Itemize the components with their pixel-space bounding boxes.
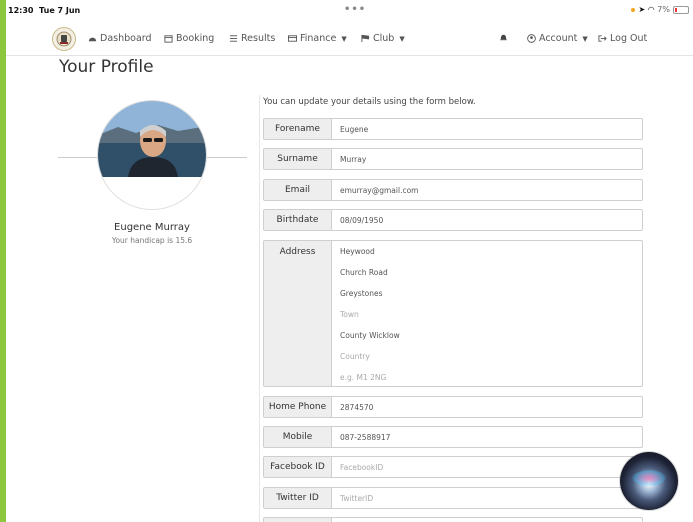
crest-icon	[56, 31, 72, 47]
notifications-button[interactable]	[499, 33, 508, 42]
address-fields: Heywood Church Road Greystones Town Coun…	[332, 241, 642, 386]
ipad-screen: 12:30 Tue 7 Jun ••• ➤ ◠ 7% Dashboard Boo…	[6, 0, 693, 522]
facebook-input[interactable]: FacebookID	[332, 457, 642, 477]
battery-icon	[673, 5, 689, 14]
surname-label: Surname	[264, 149, 332, 169]
logout-icon	[598, 35, 607, 42]
column-divider	[259, 95, 260, 522]
email-label: Email	[264, 180, 332, 200]
mic-indicator-icon	[631, 7, 636, 12]
nav-results[interactable]: Results	[229, 33, 275, 44]
divider-line	[207, 157, 247, 158]
birthdate-row: Birthdate 08/09/1950	[263, 209, 643, 231]
home-phone-input[interactable]: 2874570	[332, 397, 642, 417]
twitter-input[interactable]: TwitterID	[332, 488, 642, 508]
battery-percent: 7%	[657, 5, 670, 14]
bell-icon	[500, 34, 507, 41]
address-label: Address	[264, 241, 332, 386]
address-line3-input[interactable]: Greystones	[340, 289, 642, 310]
form-intro: You can update your details using the fo…	[263, 97, 476, 107]
postcode-input[interactable]: e.g. M1 2NG	[340, 373, 642, 394]
status-bar: 12:30 Tue 7 Jun ••• ➤ ◠ 7%	[6, 0, 693, 22]
siri-orb-icon[interactable]	[620, 452, 678, 510]
email-input[interactable]: emurray@gmail.com	[332, 180, 642, 200]
nav-dashboard[interactable]: Dashboard	[88, 33, 152, 44]
email-row: Email emurray@gmail.com	[263, 179, 643, 201]
forename-input[interactable]: Eugene	[332, 119, 642, 139]
avatar[interactable]	[97, 100, 207, 210]
chevron-down-icon: ▼	[582, 34, 588, 43]
nav-account[interactable]: Account ▼	[527, 33, 588, 44]
flag-icon	[361, 34, 370, 43]
home-phone-label: Home Phone	[264, 397, 332, 417]
list-icon	[229, 35, 238, 42]
mobile-label: Mobile	[264, 427, 332, 447]
address-line2-input[interactable]: Church Road	[340, 268, 642, 289]
chevron-down-icon: ▼	[399, 34, 405, 43]
nav-logout[interactable]: Log Out	[598, 33, 647, 44]
handicap-text: Your handicap is 15.6	[111, 236, 193, 245]
birthdate-label: Birthdate	[264, 210, 332, 230]
next-field-input[interactable]	[332, 518, 642, 522]
county-input[interactable]: County Wicklow	[340, 331, 642, 352]
location-icon: ➤	[638, 5, 646, 14]
forename-row: Forename Eugene	[263, 118, 643, 140]
surname-input[interactable]: Murray	[332, 149, 642, 169]
twitter-label: Twitter ID	[264, 488, 332, 508]
mobile-row: Mobile 087-2588917	[263, 426, 643, 448]
next-field-label	[264, 518, 332, 522]
calendar-icon	[164, 35, 173, 43]
multitasking-dots[interactable]: •••	[344, 4, 366, 15]
nav-club[interactable]: Club ▼	[361, 33, 405, 44]
facebook-label: Facebook ID	[264, 457, 332, 477]
dashboard-icon	[88, 37, 97, 42]
chevron-down-icon: ▼	[341, 34, 347, 43]
page-title: Your Profile	[59, 57, 154, 77]
twitter-row: Twitter ID TwitterID	[263, 487, 643, 509]
home-phone-row: Home Phone 2874570	[263, 396, 643, 418]
nav-finance[interactable]: Finance ▼	[288, 33, 347, 44]
status-time: 12:30 Tue 7 Jun	[8, 6, 81, 15]
mobile-input[interactable]: 087-2588917	[332, 427, 642, 447]
user-circle-icon	[527, 34, 536, 43]
profile-photo	[98, 101, 206, 209]
next-field-row	[263, 517, 643, 522]
top-navbar: Dashboard Booking Results Finance ▼ Club ▼…	[6, 22, 693, 56]
address-line1-input[interactable]: Heywood	[340, 247, 642, 268]
address-row: Address Heywood Church Road Greystones T…	[263, 240, 643, 387]
status-indicators: ➤ ◠ 7%	[631, 5, 689, 14]
country-input[interactable]: Country	[340, 352, 642, 373]
wifi-icon: ◠	[648, 5, 655, 14]
club-logo[interactable]	[52, 27, 76, 51]
credit-card-icon	[288, 35, 297, 42]
nav-booking[interactable]: Booking	[164, 33, 214, 44]
surname-row: Surname Murray	[263, 148, 643, 170]
town-input[interactable]: Town	[340, 310, 642, 331]
forename-label: Forename	[264, 119, 332, 139]
facebook-row: Facebook ID FacebookID	[263, 456, 643, 478]
profile-name: Eugene Murray	[114, 222, 190, 233]
divider-line	[58, 157, 98, 158]
birthdate-input[interactable]: 08/09/1950	[332, 210, 642, 230]
